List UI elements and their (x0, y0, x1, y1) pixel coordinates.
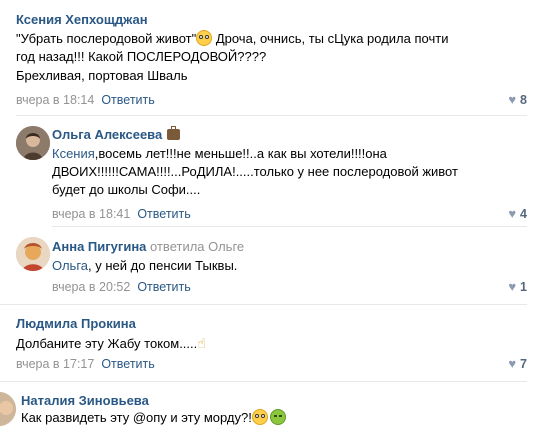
pointing-up-hand-emoji: ☝ (197, 335, 206, 351)
comment-author[interactable]: Ольга Алексеева (52, 126, 181, 142)
mention-link[interactable]: Ксения (52, 146, 95, 161)
like-count: 4 (520, 207, 527, 221)
comment-text: Как развидеть эту @опу и эту морду?! (21, 409, 286, 427)
comment-text-line: Как развидеть эту @опу и эту морду?! (21, 410, 252, 425)
heart-icon: ♥ (508, 92, 517, 107)
comment-author[interactable]: Анна Пигугина ответила Ольге (52, 239, 244, 254)
like-button[interactable]: ♥ 4 (508, 206, 527, 221)
like-count: 7 (520, 357, 527, 371)
comment-text-line: ДВОИХ!!!!!!САМА!!!!...РоДИЛА!.....только… (52, 164, 458, 179)
comment-text-line: ,восемь лет!!!не меньше!!..а как вы хоте… (94, 146, 387, 161)
reply-button[interactable]: Ответить (101, 93, 154, 107)
comment: Анна Пигугина ответила Ольге Ольга, у не… (0, 227, 544, 304)
avatar[interactable] (0, 392, 16, 426)
comment-meta: вчера в 18:41 Ответить (52, 207, 191, 221)
flushed-face-emoji (251, 409, 268, 425)
comment-text-line: Дроча, очнись, ты сЦука родила почти (212, 31, 449, 46)
flushed-face-emoji (196, 30, 213, 46)
avatar[interactable] (16, 126, 50, 160)
comment-time[interactable]: вчера в 18:41 (52, 207, 130, 221)
comment-author-name[interactable]: Анна Пигугина (52, 239, 146, 254)
comment-author[interactable]: Наталия Зиновьева (21, 393, 149, 408)
replied-to-link[interactable]: ответила Ольге (150, 239, 244, 254)
heart-icon: ♥ (508, 356, 517, 371)
comment-text: Долбаните эту Жабу током.....☝ (16, 334, 206, 353)
comment: Наталия Зиновьева Как развидеть эту @опу… (0, 382, 544, 430)
nauseated-face-emoji (269, 409, 286, 425)
comment-author[interactable]: Ксения Хепхощджан (16, 12, 148, 27)
comment-author[interactable]: Людмила Прокина (16, 316, 136, 331)
reply-button[interactable]: Ответить (137, 207, 190, 221)
comment: Людмила Прокина Долбаните эту Жабу током… (0, 305, 544, 381)
mention-link[interactable]: Ольга (52, 258, 88, 273)
reply-button[interactable]: Ответить (101, 357, 154, 371)
comment-text-line: "Убрать послеродовой живот" (16, 31, 197, 46)
comment-time[interactable]: вчера в 17:17 (16, 357, 94, 371)
comment-text-line: Брехливая, портовая Шваль (16, 68, 188, 83)
comment-text-line: будет до школы Софи.... (52, 182, 201, 197)
comment-meta: вчера в 18:14 Ответить (16, 93, 155, 107)
comment-time[interactable]: вчера в 20:52 (52, 280, 130, 294)
comment: Ольга Алексеева Ксения,восемь лет!!!не м… (0, 116, 544, 226)
like-button[interactable]: ♥ 8 (508, 92, 527, 107)
comment: Ксения Хепхощджан "Убрать послеродовой ж… (0, 0, 544, 116)
comment-text: Ольга, у ней до пенсии Тыквы. (52, 257, 237, 275)
heart-icon: ♥ (508, 279, 517, 294)
reply-button[interactable]: Ответить (137, 280, 190, 294)
comment-meta: вчера в 17:17 Ответить (16, 357, 155, 371)
like-count: 8 (520, 93, 527, 107)
comment-text: Ксения,восемь лет!!!не меньше!!..а как в… (52, 145, 387, 163)
like-button[interactable]: ♥ 7 (508, 356, 527, 371)
like-button[interactable]: ♥ 1 (508, 279, 527, 294)
comment-text: "Убрать послеродовой живот" Дроча, очнис… (16, 30, 448, 48)
briefcase-icon (167, 126, 181, 140)
avatar[interactable] (16, 237, 50, 271)
heart-icon: ♥ (508, 206, 517, 221)
comment-text-line: , у ней до пенсии Тыквы. (88, 258, 238, 273)
comment-meta: вчера в 20:52 Ответить (52, 280, 191, 294)
comment-author-name[interactable]: Ольга Алексеева (52, 127, 162, 142)
comment-time[interactable]: вчера в 18:14 (16, 93, 94, 107)
comment-text-line: Долбаните эту Жабу током..... (16, 336, 198, 351)
comment-text-line: год назад!!! Какой ПОСЛЕРОДОВОЙ???? (16, 49, 267, 64)
like-count: 1 (520, 280, 527, 294)
